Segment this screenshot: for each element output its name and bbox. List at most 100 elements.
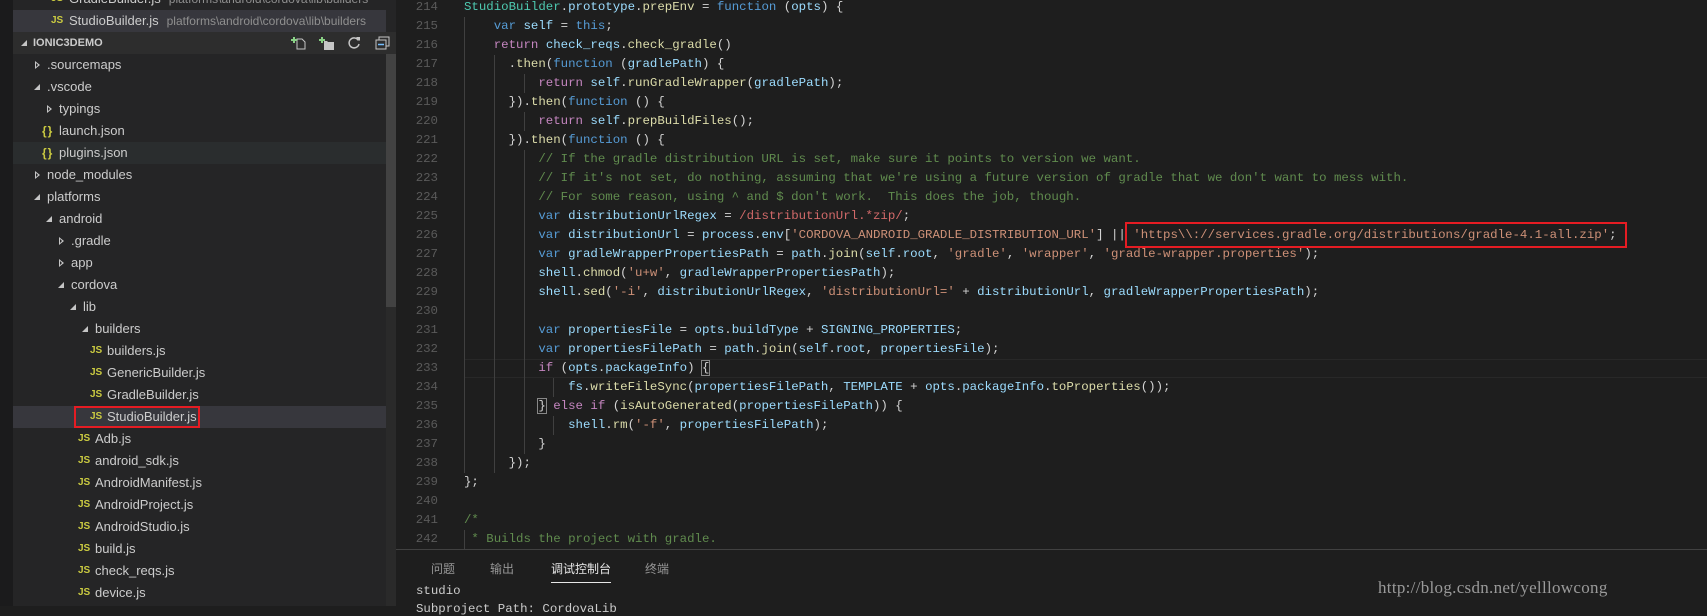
- tree-item[interactable]: JS GradleBuilder.js: [13, 384, 386, 406]
- line-number: 230: [415, 304, 438, 318]
- open-editor-item[interactable]: JS StudioBuilder.js platforms\android\cord…: [13, 10, 386, 32]
- tree-item[interactable]: JS GenericBuilder.js: [13, 362, 386, 384]
- code-line[interactable]: 236 shell.rm('-f', propertiesFilePath);: [396, 416, 1707, 435]
- refresh-icon[interactable]: [347, 36, 362, 50]
- chevron-down-icon[interactable]: [34, 186, 42, 208]
- tree-item-label: platforms: [47, 189, 101, 204]
- code-token: then: [530, 95, 561, 109]
- code-token: 'u+w': [627, 266, 665, 280]
- explorer-header[interactable]: IONIC3DEMO: [13, 32, 396, 54]
- tree-item[interactable]: JS android_sdk.js: [13, 450, 386, 472]
- code-line[interactable]: 226 var distributionUrl = process.env['C…: [396, 226, 1707, 245]
- code-line[interactable]: 214 StudioBuilder.prototype.prepEnv = fun…: [396, 0, 1707, 17]
- chevron-right-icon[interactable]: [34, 54, 42, 76]
- tree-item[interactable]: node_modules: [13, 164, 386, 186]
- code-token: =: [701, 342, 725, 356]
- code-token: .: [724, 323, 732, 337]
- tree-item[interactable]: JS device.js: [13, 582, 386, 604]
- tree-item[interactable]: JS builders.js: [13, 340, 386, 362]
- code-editor[interactable]: 214 StudioBuilder.prototype.prepEnv = fun…: [396, 0, 1707, 549]
- line-content: });: [464, 454, 531, 473]
- code-line[interactable]: 228 shell.chmod('u+w', gradleWrapperProp…: [396, 264, 1707, 283]
- tree-item[interactable]: .gradle: [13, 230, 386, 252]
- code-line[interactable]: 230: [396, 302, 1707, 321]
- tree-item[interactable]: {} plugins.json: [13, 142, 386, 164]
- code-line[interactable]: 242 * Builds the project with gradle.: [396, 530, 1707, 549]
- code-token: gradleWrapperPropertiesPath: [679, 266, 881, 280]
- chevron-down-icon[interactable]: [82, 318, 90, 340]
- tree-item[interactable]: JS check_reqs.js: [13, 560, 386, 582]
- chevron-right-icon[interactable]: [58, 252, 66, 274]
- code-token: (: [605, 399, 621, 413]
- chevron-right-icon[interactable]: [34, 164, 42, 186]
- chevron-right-icon[interactable]: [46, 98, 54, 120]
- code-token: .: [620, 76, 628, 90]
- chevron-down-icon[interactable]: [46, 208, 54, 230]
- code-line[interactable]: 221 }).then(function () {: [396, 131, 1707, 150]
- code-line[interactable]: 240: [396, 492, 1707, 511]
- code-line[interactable]: 224 // For some reason, using ^ and $ do…: [396, 188, 1707, 207]
- code-token: var: [538, 342, 561, 356]
- chevron-down-icon[interactable]: [34, 76, 42, 98]
- code-line[interactable]: 237 }: [396, 435, 1707, 454]
- tree-item[interactable]: app: [13, 252, 386, 274]
- new-folder-icon[interactable]: [319, 36, 334, 50]
- tree-item[interactable]: JS AndroidStudio.js: [13, 516, 386, 538]
- chevron-down-icon[interactable]: [70, 296, 78, 318]
- code-line[interactable]: 220 return self.prepBuildFiles();: [396, 112, 1707, 131]
- code-line[interactable]: 223 // If it's not set, do nothing, assu…: [396, 169, 1707, 188]
- code-line[interactable]: 239};: [396, 473, 1707, 492]
- tree-item[interactable]: JS StudioBuilder.js: [13, 406, 386, 428]
- tree-item[interactable]: cordova: [13, 274, 386, 296]
- code-line[interactable]: 216 return check_reqs.check_gradle(): [396, 36, 1707, 55]
- code-token: ());: [1140, 380, 1171, 394]
- chevron-down-icon[interactable]: [58, 274, 66, 296]
- tree-item[interactable]: android: [13, 208, 386, 230]
- tree-item[interactable]: lib: [13, 296, 386, 318]
- line-number: 216: [415, 38, 438, 52]
- open-editor-item[interactable]: JS GradleBuilder.js platforms\android\cord…: [13, 0, 386, 10]
- tree-item[interactable]: JS build.js: [13, 538, 386, 560]
- tree-item[interactable]: {} launch.json: [13, 120, 386, 142]
- panel-tab[interactable]: 终端: [645, 560, 669, 582]
- code-line[interactable]: 231 var propertiesFile = opts.buildType …: [396, 321, 1707, 340]
- code-line[interactable]: 235 } else if (isAutoGenerated(propertie…: [396, 397, 1707, 416]
- tree-item[interactable]: typings: [13, 98, 386, 120]
- code-token: )) {: [873, 399, 903, 413]
- line-number: 217: [415, 57, 438, 71]
- new-file-icon[interactable]: [291, 36, 306, 50]
- panel-tab[interactable]: 调试控制台: [551, 560, 612, 583]
- code-line[interactable]: 233 if (opts.packageInfo) {: [396, 359, 1707, 378]
- code-line[interactable]: 232 var propertiesFilePath = path. join(s…: [396, 340, 1707, 359]
- code-token: ;: [605, 19, 613, 33]
- code-line[interactable]: 227 var gradleWrapperPropertiesPath = pa…: [396, 245, 1707, 264]
- tree-item[interactable]: JS Adb.js: [13, 428, 386, 450]
- tree-item[interactable]: platforms: [13, 186, 386, 208]
- code-line[interactable]: 241 /*: [396, 511, 1707, 530]
- tree-item[interactable]: JS AndroidManifest.js: [13, 472, 386, 494]
- code-line[interactable]: 217 .then(function (gradlePath) {: [396, 55, 1707, 74]
- code-line[interactable]: 238 });: [396, 454, 1707, 473]
- code-line[interactable]: 229 shell.sed('-i', distributionUrlRegex…: [396, 283, 1707, 302]
- panel-tab[interactable]: 输出: [490, 560, 514, 582]
- tree-item[interactable]: JS AndroidProject.js: [13, 494, 386, 516]
- code-line[interactable]: 234 fs.writeFileSync(propertiesFilePath,…: [396, 378, 1707, 397]
- sidebar-scrollbar-thumb[interactable]: [386, 54, 396, 307]
- collapse-all-icon[interactable]: [375, 36, 390, 50]
- code-line[interactable]: 219 }).then(function () {: [396, 93, 1707, 112]
- code-token: ();: [731, 114, 755, 128]
- code-line[interactable]: 215 var self = this;: [396, 17, 1707, 36]
- tree-item[interactable]: .vscode: [13, 76, 386, 98]
- line-number: 238: [415, 456, 438, 470]
- tree-item[interactable]: builders: [13, 318, 386, 340]
- code-line[interactable]: 222 // If the gradle distribution URL is…: [396, 150, 1707, 169]
- line-content: shell.rm('-f', propertiesFilePath);: [464, 416, 828, 435]
- code-line[interactable]: 218 return self.runGradleWrapper(gradleP…: [396, 74, 1707, 93]
- code-token: gradlePath: [754, 76, 829, 90]
- collapse-caret-icon: [21, 40, 27, 46]
- line-content: } else if (isAutoGenerated(propertiesFil…: [464, 397, 903, 416]
- tree-item[interactable]: .sourcemaps: [13, 54, 386, 76]
- chevron-right-icon[interactable]: [58, 230, 66, 252]
- panel-tab[interactable]: 问题: [431, 560, 455, 582]
